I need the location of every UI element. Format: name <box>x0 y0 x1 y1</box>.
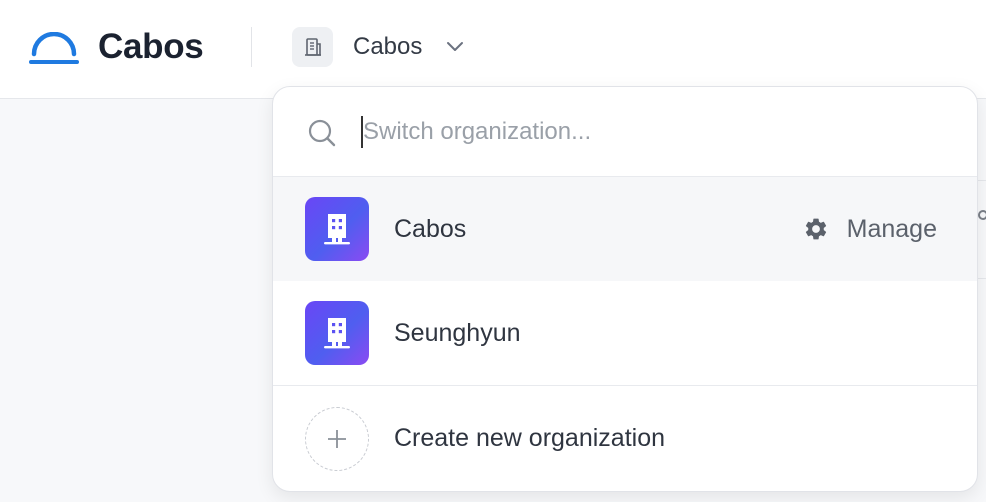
logo-icon <box>29 32 79 64</box>
create-organization-button[interactable]: Create new organization <box>273 386 977 491</box>
org-item-seunghyun[interactable]: Seunghyun <box>273 281 977 385</box>
org-name: Cabos <box>394 214 467 243</box>
org-avatar <box>305 197 369 261</box>
search-input[interactable] <box>363 111 943 153</box>
org-avatar <box>305 301 369 365</box>
brand-name[interactable]: Cabos <box>98 27 204 67</box>
background-divider <box>978 278 986 279</box>
manage-button[interactable]: Manage <box>803 215 937 244</box>
org-switcher-button[interactable]: Cabos <box>292 27 464 67</box>
current-org-name: Cabos <box>353 33 423 60</box>
org-switcher-dropdown: Cabos Manage Seunghyun <box>272 86 978 492</box>
org-item-cabos[interactable]: Cabos Manage <box>273 177 977 281</box>
building-icon <box>324 318 350 349</box>
org-name: Seunghyun <box>394 318 521 347</box>
search-bar <box>273 87 977 177</box>
building-icon <box>324 214 350 245</box>
plus-icon <box>305 407 369 471</box>
chevron-down-icon <box>447 42 464 51</box>
search-icon <box>308 119 336 147</box>
manage-label: Manage <box>846 214 937 243</box>
gear-icon <box>805 218 826 240</box>
background-divider <box>978 180 986 181</box>
building-icon <box>292 27 333 67</box>
create-organization-label: Create new organization <box>394 424 665 452</box>
header-divider <box>251 27 252 67</box>
top-bar: Cabos Cabos <box>0 0 986 99</box>
